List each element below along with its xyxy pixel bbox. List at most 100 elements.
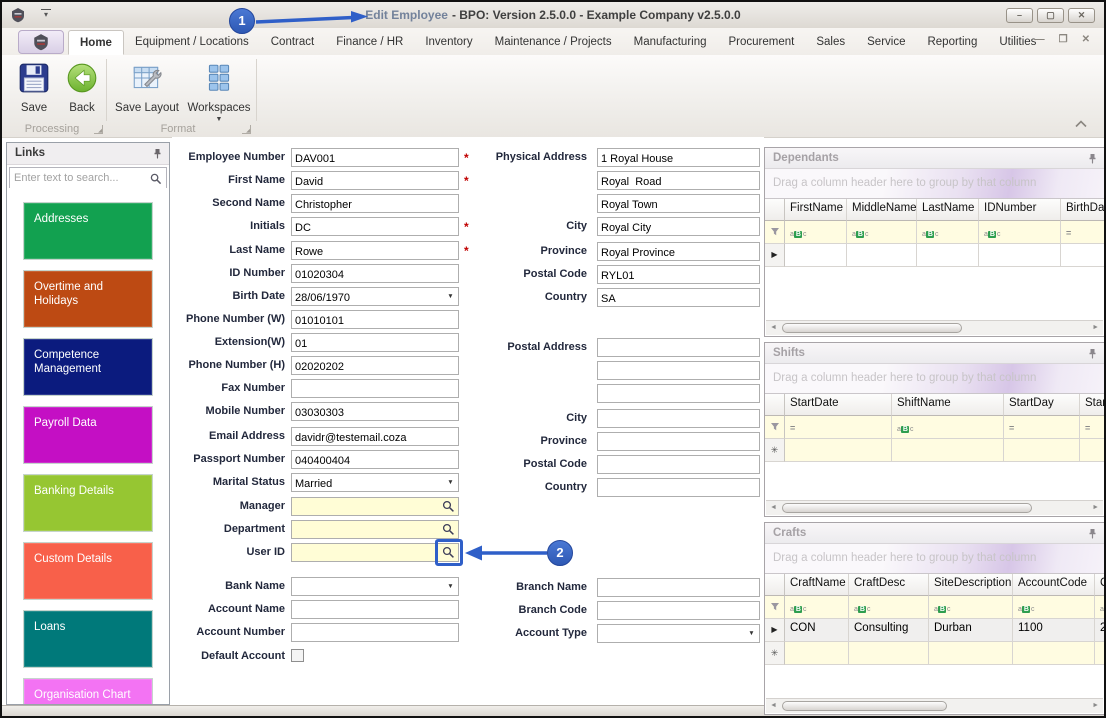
save-layout-button[interactable]: Save Layout (110, 59, 184, 123)
column-header-accountcode[interactable]: AccountCode (1013, 574, 1095, 596)
column-header-idnumber[interactable]: IDNumber (979, 199, 1061, 221)
user-id-input[interactable] (292, 545, 440, 563)
shifts-pin-icon[interactable] (1087, 348, 1098, 363)
filter-cell-craftdesc[interactable]: aBc (849, 596, 929, 619)
account-type-input[interactable] (598, 626, 745, 644)
tab-home[interactable]: Home (68, 30, 124, 55)
blank-input[interactable] (598, 173, 759, 191)
filter-cell-starttime[interactable]: = (1080, 416, 1104, 439)
links-tile-addresses[interactable]: Addresses (23, 202, 153, 260)
scroll-thumb[interactable] (782, 503, 1032, 513)
grid-cell[interactable]: Durban (929, 619, 1013, 642)
links-tile-organisation-chart[interactable]: Organisation Chart (23, 678, 153, 704)
default-account-checkbox[interactable] (291, 649, 304, 662)
postal-code-input[interactable] (598, 457, 759, 475)
grid-cell[interactable] (849, 642, 929, 665)
tab-procurement[interactable]: Procurement (718, 30, 806, 55)
grid-cell[interactable] (785, 439, 892, 462)
column-header-startday[interactable]: StartDay (1004, 394, 1080, 416)
blank-field[interactable] (597, 194, 760, 214)
city-field[interactable] (597, 409, 760, 429)
city-field[interactable] (597, 217, 760, 237)
scroll-left-icon[interactable]: ◄ (770, 324, 777, 331)
filter-cell-shiftname[interactable]: aBc (892, 416, 1004, 439)
tab-finance-hr[interactable]: Finance / HR (325, 30, 414, 55)
grid-cell[interactable] (1013, 642, 1095, 665)
tab-inventory[interactable]: Inventory (414, 30, 483, 55)
links-tile-overtime-and-holidays[interactable]: Overtime and Holidays (23, 270, 153, 328)
column-header-birthdate[interactable]: BirthDate (1061, 199, 1104, 221)
format-dialog-launcher-icon[interactable] (242, 125, 251, 134)
grid-cell[interactable] (1004, 439, 1080, 462)
user-id-field[interactable] (291, 543, 459, 563)
links-search-input[interactable] (10, 168, 166, 188)
postal-address-field[interactable] (597, 338, 760, 358)
column-header-startdate[interactable]: StartDate (785, 394, 892, 416)
grid-cell[interactable]: Consulting (849, 619, 929, 642)
blank-input[interactable] (598, 386, 759, 404)
column-header-craftname[interactable]: CraftName (785, 574, 849, 596)
links-pin-icon[interactable] (152, 148, 163, 163)
search-icon[interactable] (150, 172, 162, 190)
filter-cell-startday[interactable]: = (1004, 416, 1080, 439)
postal-code-input[interactable] (598, 267, 759, 285)
links-tile-payroll-data[interactable]: Payroll Data (23, 406, 153, 464)
links-tile-banking-details[interactable]: Banking Details (23, 474, 153, 532)
back-button[interactable]: Back (54, 59, 110, 123)
dropdown-icon[interactable]: ▼ (745, 626, 758, 641)
tab-manufacturing[interactable]: Manufacturing (623, 30, 718, 55)
grid-cell[interactable] (785, 642, 849, 665)
dependants-hscrollbar[interactable]: ◄ ► (766, 320, 1103, 335)
department-field[interactable] (291, 520, 459, 540)
crafts-hscrollbar[interactable]: ◄ ► (766, 698, 1103, 713)
manager-lookup-icon[interactable] (440, 499, 456, 514)
minimize-button[interactable]: – (1006, 8, 1033, 23)
scroll-left-icon[interactable]: ◄ (770, 504, 777, 511)
blank-field[interactable] (597, 361, 760, 381)
links-tile-loans[interactable]: Loans (23, 610, 153, 668)
physical-address-field[interactable] (597, 148, 760, 168)
phone-number-w-field[interactable] (291, 310, 459, 330)
column-header-craftdesc[interactable]: CraftDesc (849, 574, 929, 596)
column-header-sitedescription[interactable]: SiteDescription (929, 574, 1013, 596)
processing-dialog-launcher-icon[interactable] (94, 125, 103, 134)
filter-cell-idnumber[interactable]: aBc (979, 221, 1061, 244)
postal-code-field[interactable] (597, 455, 760, 475)
grid-cell[interactable] (979, 244, 1061, 267)
dependants-pin-icon[interactable] (1087, 153, 1098, 168)
dependants-groupby-area[interactable]: Drag a column header here to group by th… (765, 169, 1104, 199)
physical-address-input[interactable] (598, 150, 759, 168)
scroll-thumb[interactable] (782, 701, 947, 711)
scroll-left-icon[interactable]: ◄ (770, 702, 777, 709)
collapse-ribbon-icon[interactable] (1074, 119, 1088, 128)
branch-code-field[interactable] (597, 601, 760, 621)
grid-cell[interactable] (1095, 642, 1104, 665)
column-header-firstname[interactable]: FirstName (785, 199, 847, 221)
tab-service[interactable]: Service (856, 30, 916, 55)
filter-cell-birthdate[interactable]: = (1061, 221, 1104, 244)
crafts-pin-icon[interactable] (1087, 528, 1098, 543)
maximize-button[interactable]: ▢ (1037, 8, 1064, 23)
province-field[interactable] (597, 242, 760, 262)
blank-field[interactable] (597, 384, 760, 404)
grid-cell[interactable] (1080, 439, 1104, 462)
grid-cell[interactable] (847, 244, 917, 267)
postal-code-field[interactable] (597, 265, 760, 285)
branch-name-input[interactable] (598, 580, 759, 598)
filter-cell-accountcode[interactable]: aBc (1013, 596, 1095, 619)
column-header-lastname[interactable]: LastName (917, 199, 979, 221)
account-type-field[interactable]: ▼ (597, 624, 760, 644)
crafts-groupby-area[interactable]: Drag a column header here to group by th… (765, 544, 1104, 574)
province-field[interactable] (597, 432, 760, 452)
grid-cell[interactable] (929, 642, 1013, 665)
blank-input[interactable] (598, 363, 759, 381)
blank-input[interactable] (598, 196, 759, 214)
grid-cell[interactable]: 21 (1095, 619, 1104, 642)
mdi-minimize-icon[interactable]: — (1035, 34, 1045, 45)
filter-cell-firstname[interactable]: aBc (785, 221, 847, 244)
scroll-right-icon[interactable]: ► (1092, 504, 1099, 511)
country-input[interactable] (598, 290, 759, 308)
branch-name-field[interactable] (597, 578, 760, 598)
links-tile-competence-management[interactable]: Competence Management (23, 338, 153, 396)
filter-cell-craftname[interactable]: aBc (785, 596, 849, 619)
